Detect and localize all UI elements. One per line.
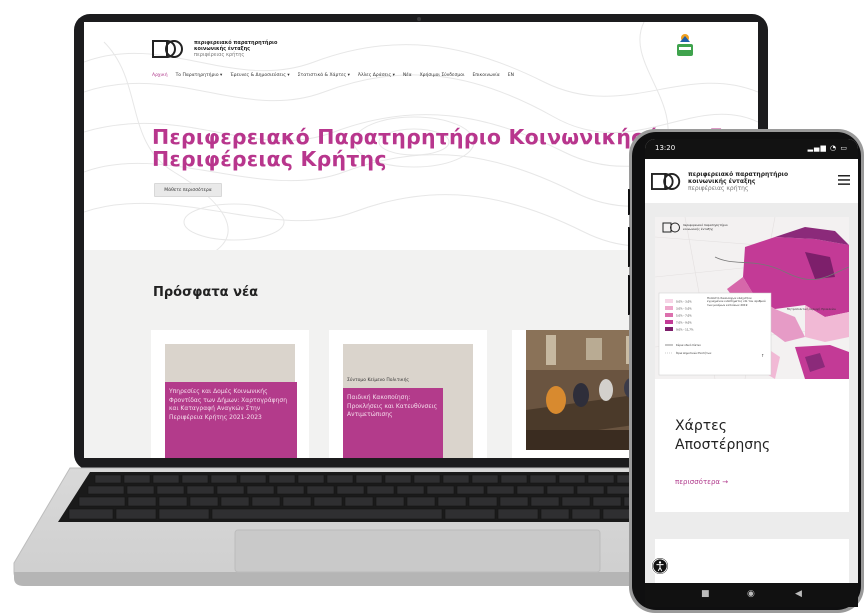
- nav-research[interactable]: Έρευνες & Δημοσιεύσεις ▾: [230, 73, 289, 78]
- svg-text:↑: ↑: [761, 353, 764, 358]
- nav-home[interactable]: Αρχική: [152, 73, 168, 78]
- map-mini-logo-line-2: κοινωνικής ένταξης: [683, 227, 714, 231]
- status-icons: ▂▄▆ ◔ ▭: [807, 144, 848, 152]
- keyboard-row-3: [78, 496, 704, 507]
- news-card[interactable]: Υπηρεσίες και Δομές Κοινωνικής Φροντίδας…: [151, 330, 309, 458]
- keyboard-row-4: [68, 508, 715, 520]
- legend-item: 9,0% - 11,7%: [676, 328, 694, 332]
- nav-statistics[interactable]: Στατιστικά & Χάρτες ▾: [298, 73, 350, 78]
- logo-line-3: περιφέρειας κρήτης: [688, 185, 749, 192]
- site-logo-text[interactable]: περιφερειακό παρατηρητήριο κοινωνικής έν…: [194, 40, 277, 58]
- deprivation-map-image: περιφερειακό παρατηρητήριο κοινωνικής έν…: [655, 217, 849, 379]
- recents-icon[interactable]: ■: [701, 589, 710, 599]
- region-crete-logo-icon: [677, 34, 693, 56]
- accessibility-icon[interactable]: [651, 557, 669, 575]
- legend-item: 5,0% - 7,0%: [676, 314, 692, 318]
- card-title[interactable]: Υπηρεσίες και Δομές Κοινωνικής Φροντίδας…: [165, 382, 297, 458]
- keyboard-row-1: [94, 474, 681, 484]
- more-link[interactable]: περισσότερα →: [675, 478, 728, 486]
- nav-contact[interactable]: Επικοινωνία: [472, 73, 499, 78]
- nav-observatory[interactable]: Το Παρατηρητήριο ▾: [176, 73, 223, 78]
- legend-title: Ποσοστό δικαιούχων ελάχιστου εγγυημένου …: [707, 297, 766, 307]
- main-nav: Αρχική Το Παρατηρητήριο ▾ Έρευνες & Δημο…: [152, 73, 514, 78]
- legend-road: Κύρια οδικό δίκτυο: [676, 343, 701, 347]
- card-title[interactable]: Παιδική Κακοποίηση: Προκλήσεις και Κατευ…: [343, 388, 443, 458]
- logo-line-1: περιφερειακό παρατηρητήριο: [688, 171, 789, 178]
- nav-other-actions[interactable]: Άλλες Δράσεις ▾: [358, 73, 395, 78]
- site-header: περιφερειακό παρατηρητήριο κοινωνικής έν…: [84, 22, 758, 112]
- back-icon[interactable]: ◀: [795, 589, 802, 599]
- legend-item: 3,0% - 5,0%: [676, 307, 692, 311]
- laptop-camera: [417, 17, 421, 21]
- status-time: 13:20: [655, 144, 676, 152]
- next-card[interactable]: [655, 539, 849, 583]
- home-icon[interactable]: ◉: [747, 589, 755, 599]
- map-legend: 0,0% - 3,0% 3,0% - 5,0% 5,0% - 7,0% 7,0%…: [658, 292, 772, 376]
- card-title-line-1: Χάρτες: [675, 418, 727, 434]
- trackpad: [234, 529, 601, 573]
- status-bar: 13:20 ▂▄▆ ◔ ▭: [645, 139, 858, 159]
- news-heading: Πρόσφατα νέα: [153, 285, 259, 300]
- logo-line-3: περιφέρειας κρήτης: [194, 52, 245, 58]
- card-title: Χάρτες Αποστέρησης: [675, 417, 770, 455]
- observatory-logo-icon[interactable]: [152, 40, 186, 58]
- card-title-line-2: Αποστέρησης: [675, 437, 771, 453]
- keyboard-row-2: [87, 485, 691, 495]
- map-region-label: Μητροπολιτική περιοχή Ηρακλείου: [787, 307, 836, 311]
- hamburger-menu-icon[interactable]: [838, 175, 850, 185]
- observatory-logo-icon[interactable]: [651, 173, 683, 190]
- logo-line-2: κοινωνικής ένταξης: [688, 178, 756, 185]
- learn-more-button[interactable]: Μάθετε περισσότερα: [154, 183, 222, 197]
- legend-boundaries: Όρια Δημοτικών Ενοτήτων: [675, 351, 712, 355]
- phone-site-header: περιφερειακό παρατηρητήριο κοινωνικής έν…: [645, 159, 858, 203]
- news-card[interactable]: Σύντομο Κείμενο Πολιτικής Παιδική Κακοπο…: [329, 330, 487, 458]
- nav-news[interactable]: Νέα: [403, 73, 412, 78]
- phone-screen: 13:20 ▂▄▆ ◔ ▭ περιφερειακό παρατηρητήριο…: [645, 139, 858, 583]
- legend-item: 7,0% - 9,0%: [676, 321, 692, 325]
- legend-item: 0,0% - 3,0%: [676, 300, 692, 304]
- card-category: Σύντομο Κείμενο Πολιτικής: [347, 378, 410, 383]
- site-logo-text[interactable]: περιφερειακό παρατηρητήριο κοινωνικής έν…: [688, 171, 788, 192]
- android-nav-bar: ■ ◉ ◀: [645, 583, 858, 607]
- deprivation-maps-card[interactable]: περιφερειακό παρατηρητήριο κοινωνικής έν…: [655, 217, 849, 512]
- nav-links[interactable]: Χρήσιμοι Σύνδεσμοι: [420, 73, 465, 78]
- nav-language-en[interactable]: EN: [508, 73, 514, 78]
